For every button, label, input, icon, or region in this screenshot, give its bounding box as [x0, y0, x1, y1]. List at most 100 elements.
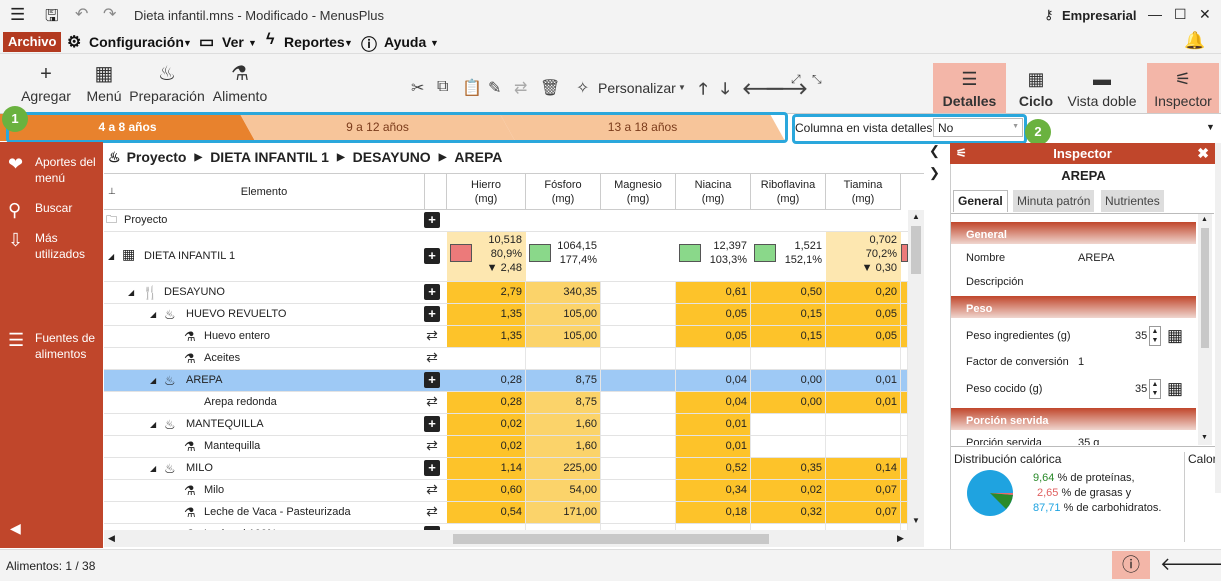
expand-arrow-icon[interactable]: ◢: [150, 458, 156, 479]
hamburger-icon[interactable]: ☰: [10, 5, 25, 25]
maximize-button[interactable]: ☐: [1174, 6, 1187, 23]
detail-column-select[interactable]: No ▼: [933, 118, 1023, 137]
replace-icon[interactable]: ⇄: [424, 328, 440, 344]
scroll-down-icon[interactable]: ▼: [912, 516, 920, 525]
prop-value[interactable]: 35: [1135, 383, 1147, 395]
tree-row[interactable]: ⚗ Huevo entero ⇄ 1,35 105,00 0,05 0,15 0,05: [104, 326, 908, 348]
tab-nutrientes[interactable]: Nutrientes: [1101, 190, 1164, 212]
arrow-up-icon[interactable]: 🡑: [699, 78, 707, 105]
scroll-left-icon[interactable]: ◀: [108, 533, 115, 544]
tree-row[interactable]: ◢ ♨ HUEVO REVUELTO +1,35 105,00 0,05 0,15 0,05: [104, 304, 908, 326]
chevron-left-icon[interactable]: ❮: [929, 143, 940, 159]
prop-value[interactable]: 35 g: [1078, 437, 1099, 445]
scroll-thumb[interactable]: [1201, 228, 1209, 348]
detalles-button[interactable]: ☰ Detalles: [933, 63, 1006, 113]
arrow-right-icon[interactable]: 🡒: [1189, 554, 1221, 575]
scroll-down-icon[interactable]: ▼: [1201, 434, 1208, 441]
replace-icon[interactable]: ⇄: [424, 504, 440, 520]
save-icon[interactable]: 🖫: [45, 5, 59, 32]
header-magnesio[interactable]: Magnesio (mg): [601, 174, 676, 210]
arrow-down-icon[interactable]: 🡓: [721, 78, 729, 105]
tree-row[interactable]: ⚗ Milo ⇄ 0,60 54,00 0,34 0,02 0,07: [104, 480, 908, 502]
vista-doble-button[interactable]: ▬ Vista doble: [1064, 67, 1140, 109]
header-elemento[interactable]: ⊥ Elemento: [104, 174, 425, 210]
collapse-icon[interactable]: ⤡: [812, 72, 822, 87]
add-icon[interactable]: +: [424, 212, 440, 228]
replace-icon[interactable]: ⇄: [514, 78, 527, 98]
scroll-right-icon[interactable]: ▶: [897, 533, 904, 544]
tree-row-dieta[interactable]: ◢ ▦ DIETA INFANTIL 1 + 10,518 80,9% ▼ 2,…: [104, 232, 908, 282]
copy-icon[interactable]: ⧉: [437, 78, 448, 96]
tree-row[interactable]: ⚗ Leche de Vaca - Pasteurizada ⇄ 0,54 171,00…: [104, 502, 908, 524]
add-icon[interactable]: +: [424, 372, 440, 388]
stepper-icon[interactable]: ▲ ▼: [1149, 379, 1161, 399]
inspector-button[interactable]: ⚟ Inspector: [1147, 63, 1219, 113]
header-niacina[interactable]: Niacina (mg): [676, 174, 751, 210]
sidebar-item-mas-utilizados[interactable]: ⇩ Más utilizados: [8, 230, 103, 264]
property-scrollbar[interactable]: ▲ ▼: [1198, 214, 1212, 445]
menu-button[interactable]: ▦ Menú: [82, 62, 126, 104]
replace-icon[interactable]: ⇄: [424, 394, 440, 410]
vertical-scrollbar[interactable]: ▲ ▼: [908, 210, 924, 530]
tab-general[interactable]: General: [953, 190, 1008, 212]
redo-icon[interactable]: ↷: [103, 4, 116, 24]
horizontal-scrollbar[interactable]: ◀ ▶: [104, 530, 924, 547]
breadcrumb-arepa[interactable]: AREPA: [454, 149, 502, 165]
undo-icon[interactable]: ↶: [75, 4, 88, 24]
replace-icon[interactable]: ⇄: [424, 438, 440, 454]
replace-icon[interactable]: ⇄: [424, 482, 440, 498]
tree-row[interactable]: ⚗ Mantequilla ⇄ 0,02 1,60 0,01: [104, 436, 908, 458]
tree-row-proyecto[interactable]: 🗀 Proyecto +: [104, 210, 908, 232]
add-icon[interactable]: +: [424, 416, 440, 432]
section-general[interactable]: General: [951, 222, 1196, 244]
minimize-button[interactable]: —: [1148, 6, 1162, 22]
sidebar-item-fuentes[interactable]: ☰ Fuentes de alimentos: [8, 330, 103, 364]
scroll-thumb[interactable]: [911, 226, 921, 274]
menu-ayuda[interactable]: Ayuda: [384, 34, 426, 50]
add-icon[interactable]: +: [424, 248, 440, 264]
section-porcion[interactable]: Porción servida: [951, 408, 1196, 430]
expand-arrow-icon[interactable]: ◢: [108, 246, 114, 267]
add-icon[interactable]: +: [424, 306, 440, 322]
prop-value[interactable]: 35: [1135, 330, 1147, 342]
tree-row[interactable]: Arepa redonda ⇄ 0,28 8,75 0,04 0,00 0,01: [104, 392, 908, 414]
expand-arrow-icon[interactable]: ◢: [150, 370, 156, 391]
menu-configuracion[interactable]: Configuración: [89, 34, 184, 50]
replace-icon[interactable]: ⇄: [424, 350, 440, 366]
add-icon[interactable]: +: [424, 460, 440, 476]
close-icon[interactable]: ✖: [1197, 143, 1209, 164]
dropdown-arrow-icon[interactable]: ▼: [1206, 122, 1215, 132]
tree-row[interactable]: ◢ ♨ AREPA +0,28 8,75 0,04 0,00 0,01: [104, 370, 908, 392]
warning-button[interactable]: ⓘ: [1112, 551, 1150, 579]
sidebar-item-buscar[interactable]: ⚲ Buscar: [8, 200, 103, 220]
paste-icon[interactable]: 📋: [462, 78, 482, 98]
ciclo-button[interactable]: ▦ Ciclo: [1012, 67, 1060, 109]
sidebar-item-aportes[interactable]: ❤ Aportes del menú: [8, 154, 103, 188]
section-peso[interactable]: Peso: [951, 296, 1196, 318]
menu-archivo[interactable]: Archivo: [3, 32, 62, 52]
bell-icon[interactable]: 🔔: [1184, 31, 1205, 51]
agregar-button[interactable]: + Agregar: [18, 62, 74, 104]
tab-minuta[interactable]: Minuta patrón: [1013, 190, 1095, 212]
breadcrumb-dieta[interactable]: DIETA INFANTIL 1: [210, 149, 329, 165]
add-icon[interactable]: +: [424, 284, 440, 300]
header-tiamina[interactable]: Tiamina (mg): [826, 174, 901, 210]
prop-value[interactable]: AREPA: [1078, 252, 1114, 264]
expand-icon[interactable]: ⤢: [791, 72, 801, 87]
chevron-right-icon[interactable]: ❯: [929, 165, 940, 181]
preparacion-button[interactable]: ♨ Preparación: [128, 62, 206, 104]
tree-row[interactable]: ◢ ♨ MANTEQUILLA +0,02 1,60 0,01: [104, 414, 908, 436]
license-label[interactable]: Empresarial: [1062, 8, 1136, 23]
scroll-up-icon[interactable]: ▲: [1201, 216, 1208, 223]
breadcrumb-desayuno[interactable]: DESAYUNO: [353, 149, 431, 165]
tree-row[interactable]: ⚗ Aceites ⇄: [104, 348, 908, 370]
personalizar-button[interactable]: Personalizar: [598, 80, 676, 96]
header-hierro[interactable]: Hierro (mg): [447, 174, 526, 210]
stepper-icon[interactable]: ▲ ▼: [1149, 326, 1161, 346]
expand-arrow-icon[interactable]: ◢: [128, 282, 134, 303]
tree-row[interactable]: ◢ ♨ MILO +1,14 225,00 0,52 0,35 0,14: [104, 458, 908, 480]
cut-icon[interactable]: ✂: [411, 78, 424, 98]
calculator-icon[interactable]: ▦: [1167, 326, 1183, 346]
header-riboflavina[interactable]: Riboflavina (mg): [751, 174, 826, 210]
expand-arrow-icon[interactable]: ◢: [150, 414, 156, 435]
